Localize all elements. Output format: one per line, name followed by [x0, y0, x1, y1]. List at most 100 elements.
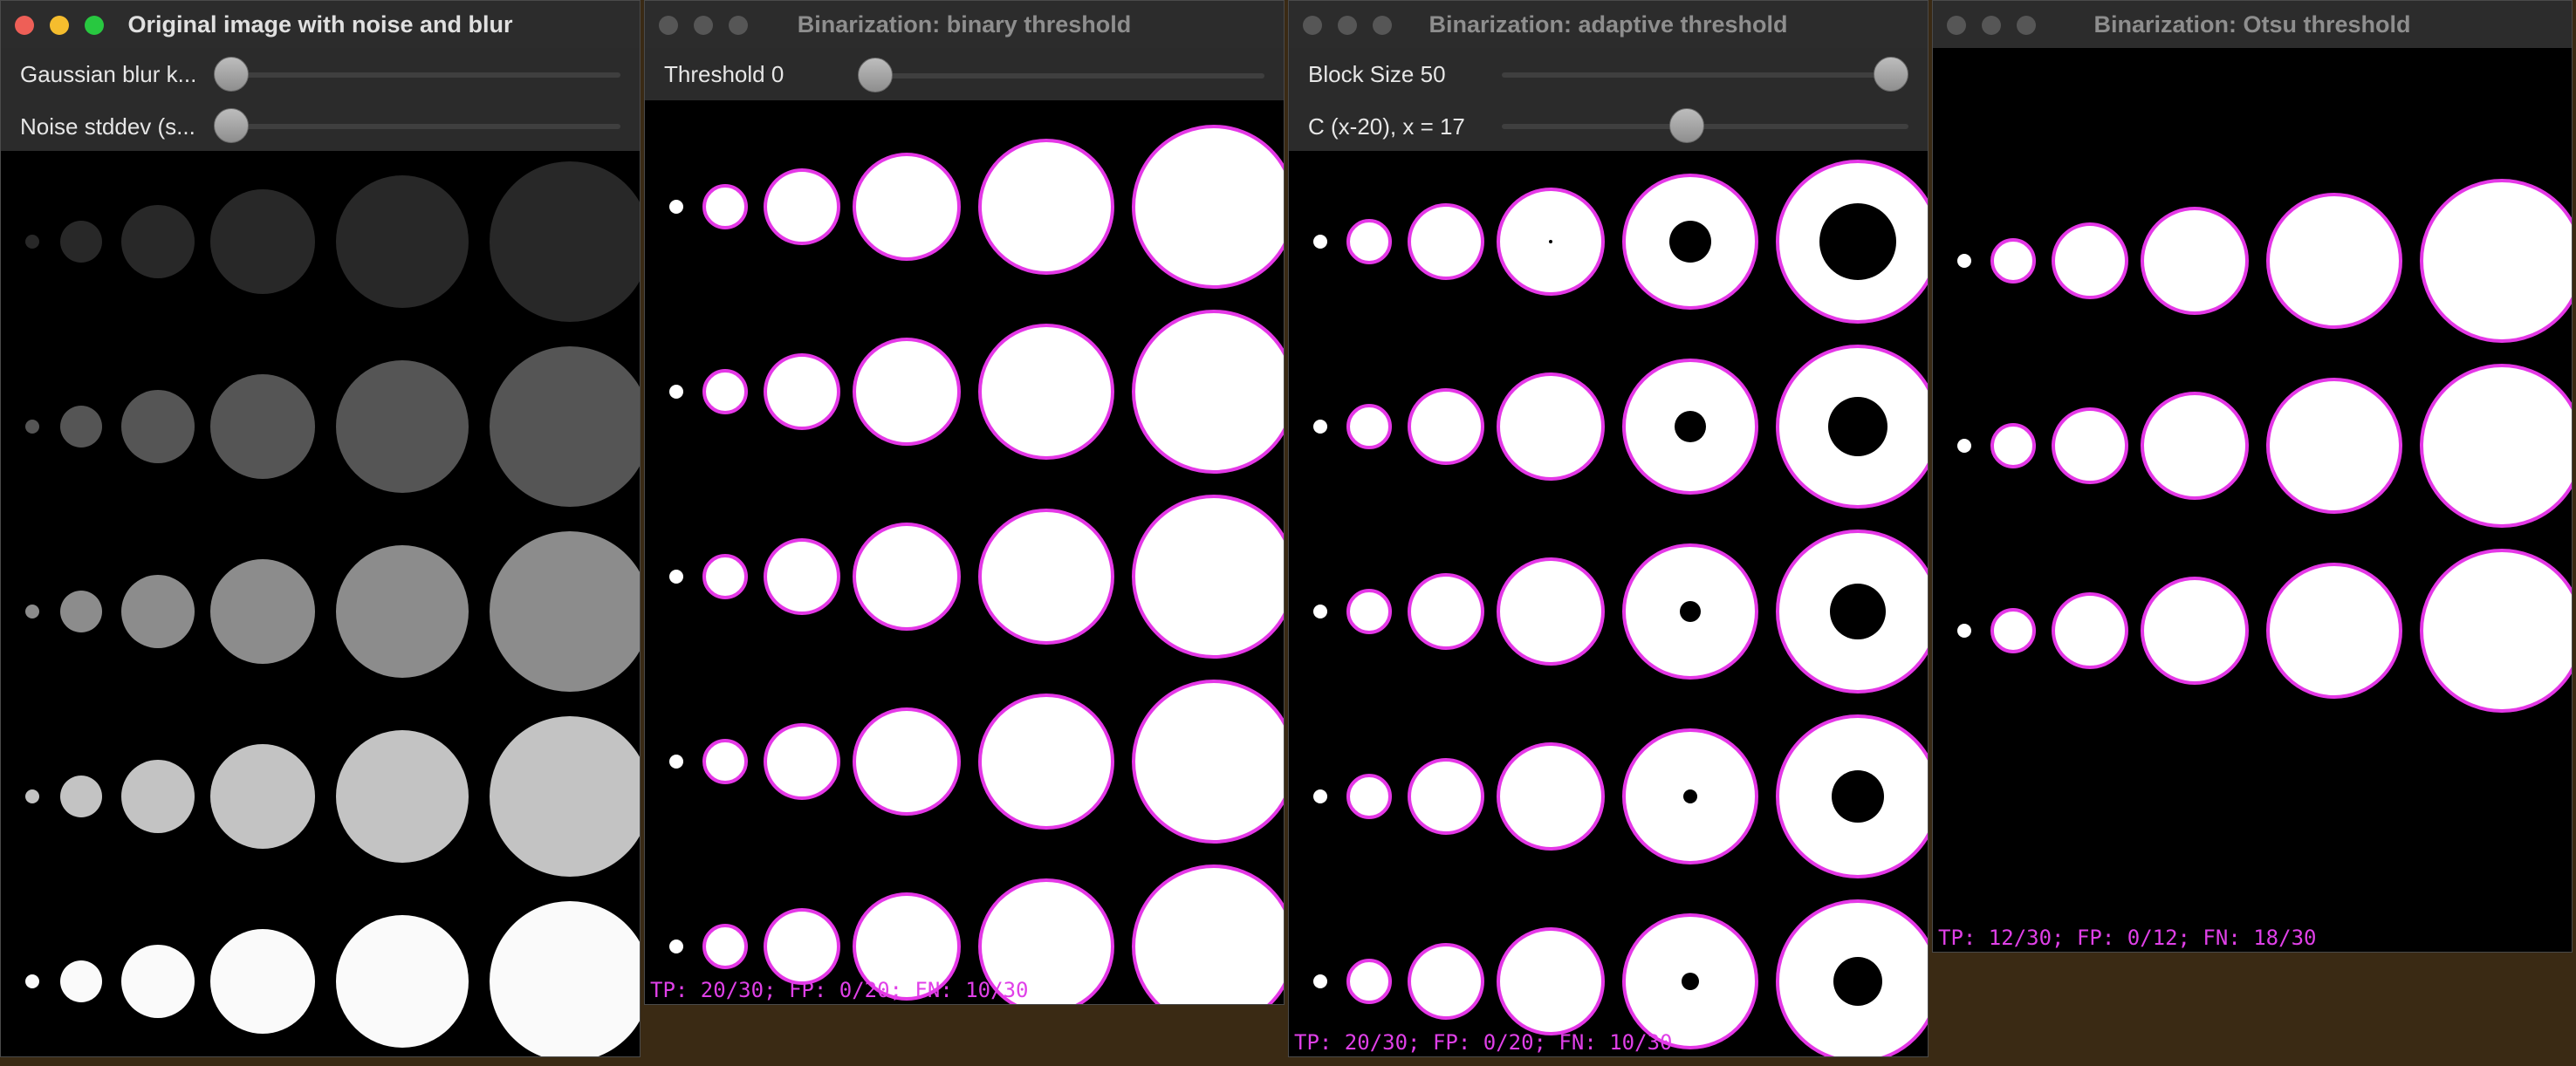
- window-titlebar[interactable]: Binarization: Otsu threshold: [1933, 1, 2572, 49]
- trackbar-row: Noise stddev (s...: [1, 100, 640, 153]
- trackbar-row: Threshold 0: [645, 48, 1284, 100]
- threshold-slider-knob[interactable]: [858, 58, 893, 92]
- detected-circle: [490, 346, 640, 507]
- detected-circle: [1313, 420, 1327, 434]
- detected-circle: [60, 221, 102, 263]
- image-canvas: [1, 151, 640, 1056]
- trackbar-panel: Block Size 50 C (x-20), x = 17: [1289, 48, 1928, 151]
- detected-circle: [121, 945, 195, 1018]
- detected-circle: [490, 901, 640, 1056]
- c-slider-track[interactable]: [1502, 124, 1908, 129]
- circle-hole: [1833, 957, 1882, 1006]
- detected-circle: [1313, 789, 1327, 803]
- detected-circle: [60, 776, 102, 817]
- detected-circle: [121, 205, 195, 278]
- detected-circle: [1957, 439, 1971, 453]
- circle-hole: [1830, 584, 1886, 639]
- desktop-background: Original image with noise and blur Gauss…: [0, 0, 2576, 1066]
- block-size-slider-track[interactable]: [1502, 72, 1908, 78]
- circle-hole: [1675, 411, 1706, 442]
- detected-circle: [336, 915, 469, 1048]
- detected-circle: [210, 559, 315, 664]
- circle-hole: [1819, 203, 1896, 280]
- detected-circle: [1134, 866, 1284, 1004]
- window-title: Original image with noise and blur: [127, 11, 513, 38]
- detected-circle: [490, 716, 640, 877]
- window-adaptive-threshold: Binarization: adaptive threshold Block S…: [1288, 0, 1929, 1057]
- detected-circle: [490, 161, 640, 322]
- trackbar-row: Gaussian blur k...: [1, 48, 640, 100]
- detected-circle: [490, 531, 640, 692]
- window-titlebar[interactable]: Binarization: adaptive threshold: [1289, 1, 1928, 49]
- window-titlebar[interactable]: Original image with noise and blur: [1, 1, 640, 49]
- detected-circle: [669, 570, 683, 584]
- trackbar-label: Threshold 0: [664, 61, 784, 87]
- detected-circle: [210, 744, 315, 849]
- detected-circle: [336, 175, 469, 308]
- detected-circle: [1313, 605, 1327, 618]
- trackbar-label: Gaussian blur k...: [20, 61, 197, 87]
- detected-circle: [60, 591, 102, 632]
- detected-circle: [121, 575, 195, 648]
- detected-circle: [210, 374, 315, 479]
- trackbar-label: Block Size 50: [1308, 61, 1446, 87]
- circle-grid-image: [669, 125, 1284, 1004]
- circle-grid-image: [1957, 179, 2572, 713]
- blur-slider-knob[interactable]: [214, 57, 249, 92]
- detected-circle: [669, 755, 683, 769]
- threshold-slider-track[interactable]: [858, 73, 1264, 79]
- circle-hole: [1682, 973, 1699, 990]
- circle-grid-image: [25, 161, 640, 1056]
- detected-circle: [336, 545, 469, 678]
- detected-circle: [669, 940, 683, 953]
- image-canvas: TP: 20/30; FP: 0/20; FN: 10/30: [645, 100, 1284, 1004]
- image-canvas: TP: 12/30; FP: 0/12; FN: 18/30: [1933, 48, 2572, 952]
- circle-hole: [1680, 601, 1701, 622]
- window-otsu-threshold: Binarization: Otsu threshold TP: 12/30; …: [1932, 0, 2573, 953]
- window-binary-threshold: Binarization: binary threshold Threshold…: [644, 0, 1285, 1005]
- detection-stats: TP: 20/30; FP: 0/20; FN: 10/30: [1294, 1030, 1673, 1055]
- detected-circle: [25, 789, 39, 803]
- detected-circle: [669, 200, 683, 214]
- detected-circle: [669, 385, 683, 399]
- trackbar-panel: Gaussian blur k... Noise stddev (s...: [1, 48, 640, 151]
- detected-circle: [1313, 974, 1327, 988]
- image-canvas: TP: 20/30; FP: 0/20; FN: 10/30: [1289, 151, 1928, 1056]
- detected-circle: [25, 235, 39, 249]
- circle-hole: [1828, 397, 1887, 456]
- circle-hole: [1669, 221, 1711, 263]
- window-titlebar[interactable]: Binarization: binary threshold: [645, 1, 1284, 49]
- circle-grid-image: [1313, 160, 1928, 1056]
- block-size-slider-knob[interactable]: [1874, 57, 1908, 92]
- blur-slider-track[interactable]: [214, 72, 620, 78]
- detected-circle: [25, 605, 39, 618]
- detected-circle: [336, 360, 469, 493]
- circle-hole: [1683, 789, 1697, 803]
- window-title: Binarization: adaptive threshold: [1428, 11, 1788, 38]
- detected-circle: [1957, 254, 1971, 268]
- detection-stats: TP: 20/30; FP: 0/20; FN: 10/30: [650, 978, 1029, 1002]
- circle-hole: [1832, 770, 1884, 823]
- window-title: Binarization: binary threshold: [797, 11, 1132, 38]
- detected-circle: [210, 189, 315, 294]
- trackbar-panel: Threshold 0: [645, 48, 1284, 100]
- noise-slider-knob[interactable]: [214, 108, 249, 143]
- detected-circle: [121, 390, 195, 463]
- detected-circle: [25, 420, 39, 434]
- trackbar-label: Noise stddev (s...: [20, 113, 195, 140]
- noise-slider-track[interactable]: [214, 124, 620, 129]
- detection-stats: TP: 12/30; FP: 0/12; FN: 18/30: [1938, 926, 2317, 950]
- circle-hole: [1549, 240, 1552, 243]
- detected-circle: [210, 929, 315, 1034]
- c-slider-knob[interactable]: [1668, 108, 1704, 143]
- trackbar-row: Block Size 50: [1289, 48, 1928, 100]
- window-title: Binarization: Otsu threshold: [2093, 11, 2411, 38]
- trackbar-row: C (x-20), x = 17: [1289, 100, 1928, 153]
- detected-circle: [336, 730, 469, 863]
- window-original: Original image with noise and blur Gauss…: [0, 0, 641, 1057]
- detected-circle: [1957, 624, 1971, 638]
- detected-circle: [121, 760, 195, 833]
- detected-circle: [60, 406, 102, 448]
- detected-circle: [60, 960, 102, 1002]
- detected-circle: [1313, 235, 1327, 249]
